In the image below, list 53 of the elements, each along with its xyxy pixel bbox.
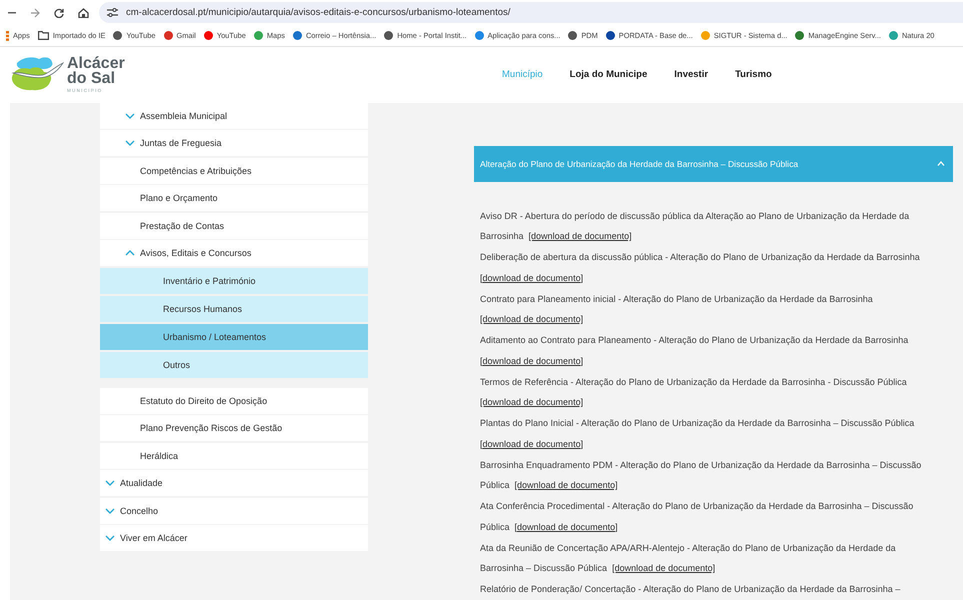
back-button[interactable]	[8, 12, 16, 14]
download-link[interactable]: [download de documento]	[480, 314, 584, 324]
menu-item[interactable]: Heráldica	[100, 442, 368, 468]
download-link[interactable]: [download de documento]	[612, 563, 716, 573]
nav-link[interactable]: Turismo	[735, 69, 772, 80]
download-link[interactable]: [download de documento]	[514, 480, 618, 490]
document-entry: Ata Conferência Procedimental - Alteração do Plano de Urbanização da Herdade da Barrosinha – Discussão Pública [download de documento]	[480, 500, 914, 534]
menu-item[interactable]: Viver em Alcácer	[100, 525, 368, 551]
address-bar[interactable]: cm-alcacerdosal.pt/municipio/autarquia/avisos-editais-e-concursos/urbanismo-loteamentos/	[99, 2, 963, 24]
menu-item[interactable]: Assembleia Municipal	[100, 102, 368, 128]
forward-arrow-icon[interactable]	[30, 8, 40, 18]
home-icon[interactable]	[78, 8, 89, 18]
menu-item[interactable]: Outros	[100, 352, 368, 378]
download-link[interactable]: [download de documento]	[528, 231, 632, 241]
download-link[interactable]: [download de documento]	[480, 356, 584, 366]
document-entry: Ata da Reunião de Concertação APA/ARH-Alentejo - Alteração do Plano de Urbanização da Herdade da Barrosinha – Discussão Pública [download de documento]	[480, 542, 897, 575]
document-entry: Termos de Referência - Alteração do Plano de Urbanização da Herdade da Barrosinha - Discussão Pública [download de documento]	[480, 376, 908, 409]
chevron-up-icon	[937, 161, 945, 166]
download-link[interactable]: [download de documento]	[480, 272, 584, 282]
site-settings-icon[interactable]	[107, 8, 118, 18]
menu-item[interactable]: Urbanismo / Loteamentos	[100, 324, 368, 350]
document-entry: Plantas do Plano Inicial - Alteração do Plano de Urbanização da Herdade da Barrosinha – Discussão Pública [download de documento]	[480, 417, 916, 451]
logo-text: Alcácer	[67, 56, 125, 72]
menu-item[interactable]: Estatuto do Direito de Oposição	[100, 388, 368, 414]
chevron-down-icon	[105, 480, 115, 486]
document-entry: Deliberação de abertura da discussão pública - Alteração do Plano de Urbanização da Herdade da Barrosinha [download de documento]	[480, 251, 921, 285]
chevron-down-icon	[125, 140, 135, 146]
chevron-down-icon	[125, 112, 135, 118]
menu-item[interactable]: Avisos, Editais e Concursos	[100, 240, 368, 266]
menu-item[interactable]: Plano e Orçamento	[100, 185, 368, 211]
menu-item[interactable]: Plano Prevenção Riscos de Gestão	[100, 415, 368, 441]
nav-link[interactable]: Loja do Municipe	[570, 69, 648, 80]
menu-item[interactable]: Recursos Humanos	[100, 296, 368, 322]
document-entry: Relatório de Ponderação/ Concertação - Alteração do Plano de Urbanização da Herdade da Barrosinha –	[480, 583, 902, 596]
chevron-up-icon	[125, 250, 135, 256]
logo-text: do Sal	[67, 71, 116, 87]
menu-item[interactable]: Inventário e Património	[100, 268, 368, 294]
menu-item[interactable]: Atualidade	[100, 470, 368, 496]
download-link[interactable]: [download de documento]	[514, 522, 618, 532]
menu-item[interactable]: Concelho	[100, 498, 368, 524]
download-link[interactable]: [download de documento]	[480, 397, 584, 407]
menu-item[interactable]: Juntas de Freguesia	[100, 130, 368, 156]
menu-item[interactable]: Competências e Atribuições	[100, 158, 368, 184]
document-entry: Aviso DR - Abertura do período de discussão pública da Alteração ao Plano de Urbanização da Herdade da Barrosinha [download de documento]	[480, 210, 910, 243]
document-entry: Barrosinha Enquadramento PDM - Alteração do Plano de Urbanização da Herdade da Barrosinha – Discussão Pública [download de documento]	[480, 458, 922, 492]
document-entry: Aditamento ao Contrato para Planeamento - Alteração do Plano de Urbanização da Herdade da Barrosinha [download de documento]	[480, 334, 910, 368]
chevron-down-icon	[105, 535, 115, 541]
download-link[interactable]: [download de documento]	[480, 438, 584, 448]
document-entry: Contrato para Planeamento inicial - Alteração do Plano de Urbanização da Herdade da Barrosinha [download de documento]	[480, 292, 874, 326]
reload-icon[interactable]	[54, 8, 64, 18]
menu-item[interactable]: Prestação de Contas	[100, 212, 368, 238]
chevron-down-icon	[105, 508, 115, 514]
nav-link[interactable]: Investir	[674, 69, 708, 80]
